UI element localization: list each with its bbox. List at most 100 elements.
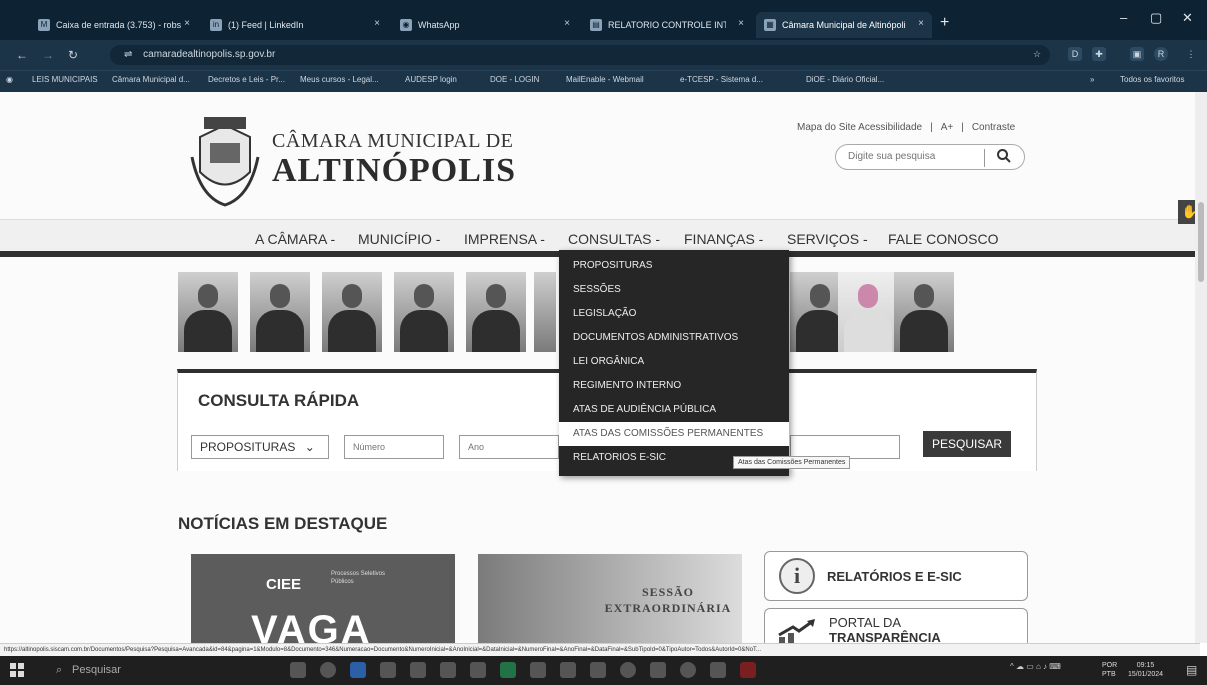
bookmark-star-icon[interactable]: ☆ (1030, 47, 1044, 61)
numero-input[interactable] (344, 435, 444, 459)
nav-consultas[interactable]: CONSULTAS - (568, 231, 660, 247)
bookmark-item[interactable]: AUDESP login (405, 75, 457, 84)
app-icon[interactable] (590, 662, 606, 678)
relatorios-esic-button[interactable]: i RELATÓRIOS E E-SIC (764, 551, 1028, 601)
back-icon[interactable]: ← (16, 48, 28, 62)
font-increase-link[interactable]: A+ (941, 122, 954, 133)
vereador-photo[interactable] (894, 272, 954, 352)
menu-icon[interactable]: ⋮ (1184, 47, 1198, 61)
tab-whatsapp[interactable]: ◉ WhatsApp × (392, 12, 578, 38)
tab-linkedin[interactable]: in (1) Feed | LinkedIn × (202, 12, 388, 38)
app-icon[interactable] (650, 662, 666, 678)
profile-avatar[interactable]: R (1154, 47, 1168, 61)
bookmark-item[interactable]: e-TCESP - Sistema d... (680, 75, 763, 84)
app-icon[interactable] (560, 662, 576, 678)
menu-item-documentos-administrativos[interactable]: DOCUMENTOS ADMINISTRATIVOS (559, 326, 789, 350)
site-settings-icon[interactable]: ⇌ (124, 49, 132, 60)
chrome-icon[interactable] (620, 662, 636, 678)
word-icon[interactable] (440, 662, 456, 678)
ano-input[interactable] (459, 435, 559, 459)
edge-icon[interactable] (320, 662, 336, 678)
outlook-icon[interactable] (350, 662, 366, 678)
system-tray-icons[interactable]: ^ ☁ ▭ ⌂ ♪ ⌨ (1010, 662, 1061, 671)
extensions-puzzle-icon[interactable]: ✚ (1092, 47, 1106, 61)
notifications-icon[interactable]: ▤ (1186, 663, 1197, 677)
nav-municipio[interactable]: MUNICÍPIO - (358, 231, 440, 247)
excel-icon[interactable] (500, 662, 516, 678)
more-bookmarks-icon[interactable]: » (1090, 75, 1094, 84)
app-icon[interactable] (710, 662, 726, 678)
app-icon[interactable] (530, 662, 546, 678)
close-icon[interactable]: × (738, 18, 744, 29)
clock[interactable]: 09:15 15/01/2024 (1128, 661, 1163, 679)
menu-item-lei-organica[interactable]: LEI ORGÂNICA (559, 350, 789, 374)
nav-a-camara[interactable]: A CÂMARA - (255, 231, 335, 247)
bookmark-item[interactable]: DiOE - Diário Oficial... (806, 75, 884, 84)
chrome-icon[interactable] (680, 662, 696, 678)
nav-financas[interactable]: FINANÇAS - (684, 231, 763, 247)
brasao-logo[interactable] (190, 117, 260, 207)
forward-icon[interactable]: → (42, 48, 54, 62)
close-icon[interactable]: × (374, 18, 380, 29)
menu-item-atas-audiencia-publica[interactable]: ATAS DE AUDIÊNCIA PÚBLICA (559, 398, 789, 422)
url-input[interactable]: ⇌ camaradealtinopolis.sp.gov.br (110, 45, 1050, 65)
file-explorer-icon[interactable] (380, 662, 396, 678)
reload-icon[interactable]: ↻ (68, 48, 78, 62)
vereador-photo[interactable] (178, 272, 238, 352)
pesquisar-button[interactable]: PESQUISAR (923, 431, 1011, 457)
vereador-photo[interactable] (838, 272, 898, 352)
nav-fale-conosco[interactable]: FALE CONOSCO (888, 231, 998, 247)
close-icon[interactable]: × (564, 18, 570, 29)
bookmark-item[interactable]: DOE - LOGIN (490, 75, 539, 84)
calculator-icon[interactable] (410, 662, 426, 678)
page-scrollbar[interactable] (1195, 92, 1207, 643)
menu-item-legislacao[interactable]: LEGISLAÇÃO (559, 302, 789, 326)
sidebar-icon[interactable]: ▣ (1130, 47, 1144, 61)
tipo-select[interactable]: PROPOSITURAS ⌄ (191, 435, 329, 459)
new-tab-button[interactable]: + (940, 14, 949, 32)
bookmark-item[interactable]: LEIS MUNICIPAIS (32, 75, 98, 84)
vereador-photo[interactable] (250, 272, 310, 352)
app-icon[interactable] (470, 662, 486, 678)
contrast-link[interactable]: Contraste (972, 122, 1015, 133)
close-window-icon[interactable]: ✕ (1182, 10, 1193, 26)
news-card-sessao[interactable]: SESSÃO EXTRAORDINÁRIA (478, 554, 742, 643)
bookmark-item[interactable]: Decretos e Leis - Pr... (208, 75, 285, 84)
menu-item-proposituras[interactable]: PROPOSITURAS (559, 254, 789, 278)
close-icon[interactable]: × (184, 18, 190, 29)
language-indicator[interactable]: POR PTB (1102, 661, 1117, 679)
menu-item-regimento-interno[interactable]: REGIMENTO INTERNO (559, 374, 789, 398)
bookmark-item[interactable]: Meus cursos - Legal... (300, 75, 379, 84)
tab-gmail[interactable]: M Caixa de entrada (3.753) - robs × (30, 12, 198, 38)
search-icon[interactable] (996, 148, 1012, 164)
extension-icon[interactable]: D (1068, 47, 1082, 61)
vereador-photo[interactable] (322, 272, 382, 352)
bookmark-item[interactable]: Câmara Municipal d... (112, 75, 190, 84)
windows-start-icon[interactable] (10, 663, 24, 677)
portal-transparencia-button[interactable]: PORTAL DA TRANSPARÊNCIA (764, 608, 1028, 643)
task-view-icon[interactable] (290, 662, 306, 678)
tab-camara[interactable]: ▦ Câmara Municipal de Altinópoli × (756, 12, 932, 38)
gmail-icon: M (38, 19, 50, 31)
close-icon[interactable]: × (918, 18, 924, 29)
taskbar-search[interactable]: ⌕ Pesquisar (50, 660, 220, 681)
vereador-photo[interactable] (534, 272, 556, 352)
pdf-icon[interactable] (740, 662, 756, 678)
nav-imprensa[interactable]: IMPRENSA - (464, 231, 545, 247)
menu-item-atas-comissoes-permanentes[interactable]: ATAS DAS COMISSÕES PERMANENTES (559, 422, 789, 446)
news-card-ciee[interactable]: CIEE Processos Seletivos Públicos VAGA (191, 554, 455, 643)
vereador-photo[interactable] (394, 272, 454, 352)
nav-servicos[interactable]: SERVIÇOS - (787, 231, 868, 247)
vereador-photo[interactable] (466, 272, 526, 352)
search-input[interactable] (848, 151, 968, 162)
scrollbar-thumb[interactable] (1198, 202, 1204, 282)
news-card-title-line2: EXTRAORDINÁRIA (604, 601, 732, 615)
tab-relatorio[interactable]: ▤ RELATORIO CONTROLE INTERN × (582, 12, 752, 38)
sitemap-accessibility-link[interactable]: Mapa do Site Acessibilidade (797, 122, 922, 133)
menu-item-sessoes[interactable]: SESSÕES (559, 278, 789, 302)
apps-icon[interactable]: ◉ (6, 75, 13, 84)
minimize-icon[interactable]: – (1120, 10, 1127, 25)
maximize-icon[interactable]: ▢ (1150, 10, 1162, 26)
bookmark-item[interactable]: MailEnable - Webmail (566, 75, 644, 84)
all-bookmarks-folder[interactable]: Todos os favoritos (1120, 75, 1184, 84)
